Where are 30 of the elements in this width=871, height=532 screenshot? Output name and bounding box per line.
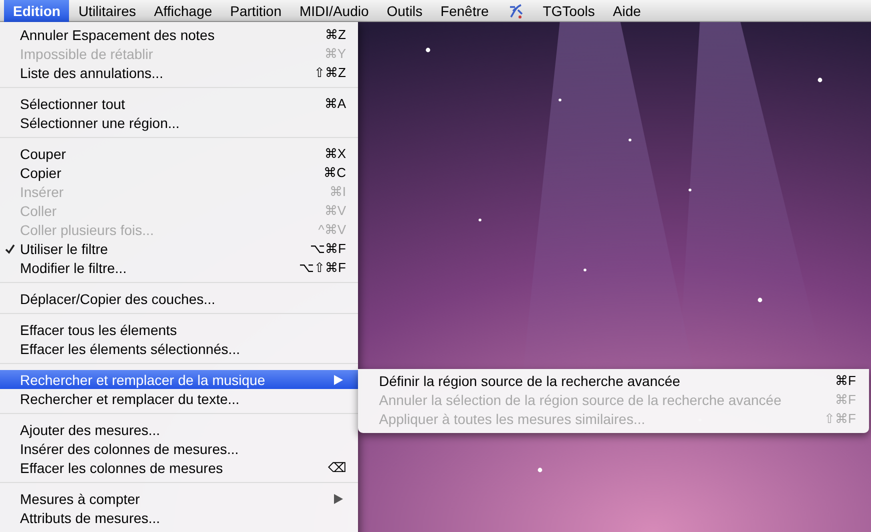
menu-item[interactable]: Annuler Espacement des notes ⌘Z [0, 25, 358, 44]
menu-item[interactable]: Liste des annulations... ⇧⌘Z [0, 63, 358, 82]
submenu-arrow-icon [334, 374, 343, 384]
submenu-arrow-icon [334, 494, 343, 504]
menu-title[interactable]: MIDI/Audio [290, 0, 378, 22]
menu-item[interactable]: Mesures à compter [0, 489, 358, 508]
menu-title[interactable]: Fenêtre [432, 0, 498, 22]
menu-title[interactable]: Affichage [145, 0, 222, 22]
menu-item[interactable]: Sélectionner tout ⌘A [0, 94, 358, 113]
menu-item[interactable]: Effacer les élements sélectionnés... [0, 339, 358, 358]
menu-item[interactable]: Rechercher et remplacer de la musique [0, 370, 358, 389]
menu-item[interactable]: Copier ⌘C [0, 163, 358, 182]
menu-item[interactable]: Effacer les colonnes de mesures ⌫ [0, 458, 358, 477]
menu-item[interactable]: Sélectionner une région... [0, 113, 358, 132]
menu-title[interactable]: Edition [4, 0, 70, 22]
menu-item[interactable]: Insérer des colonnes de mesures... [0, 439, 358, 458]
menu-item[interactable]: Utiliser le filtre ⌥⌘F [0, 239, 358, 258]
menu-title[interactable]: Utilitaires [69, 0, 146, 22]
menu-title[interactable]: Outils [378, 0, 432, 22]
menu-title[interactable]: Partition [221, 0, 290, 22]
menu-item[interactable]: Déplacer/Copier des couches... [0, 289, 358, 308]
menu-title[interactable]: TGTools [534, 0, 604, 22]
menu-title[interactable]: Aide [604, 0, 650, 22]
menu-item[interactable]: Attributs de mesures... [0, 508, 358, 527]
menu-item[interactable]: Modifier le filtre... ⌥⇧⌘F [0, 258, 358, 277]
menu-item[interactable]: Rechercher et remplacer du texte... [0, 389, 358, 408]
menu-item[interactable]: Effacer tous les élements [0, 320, 358, 339]
menu-item[interactable]: Définir la région source de la recherche avancée ⌘F [358, 371, 869, 390]
menu-item[interactable]: Couper ⌘X [0, 144, 358, 163]
menu-item[interactable]: Ajouter des mesures... [0, 420, 358, 439]
